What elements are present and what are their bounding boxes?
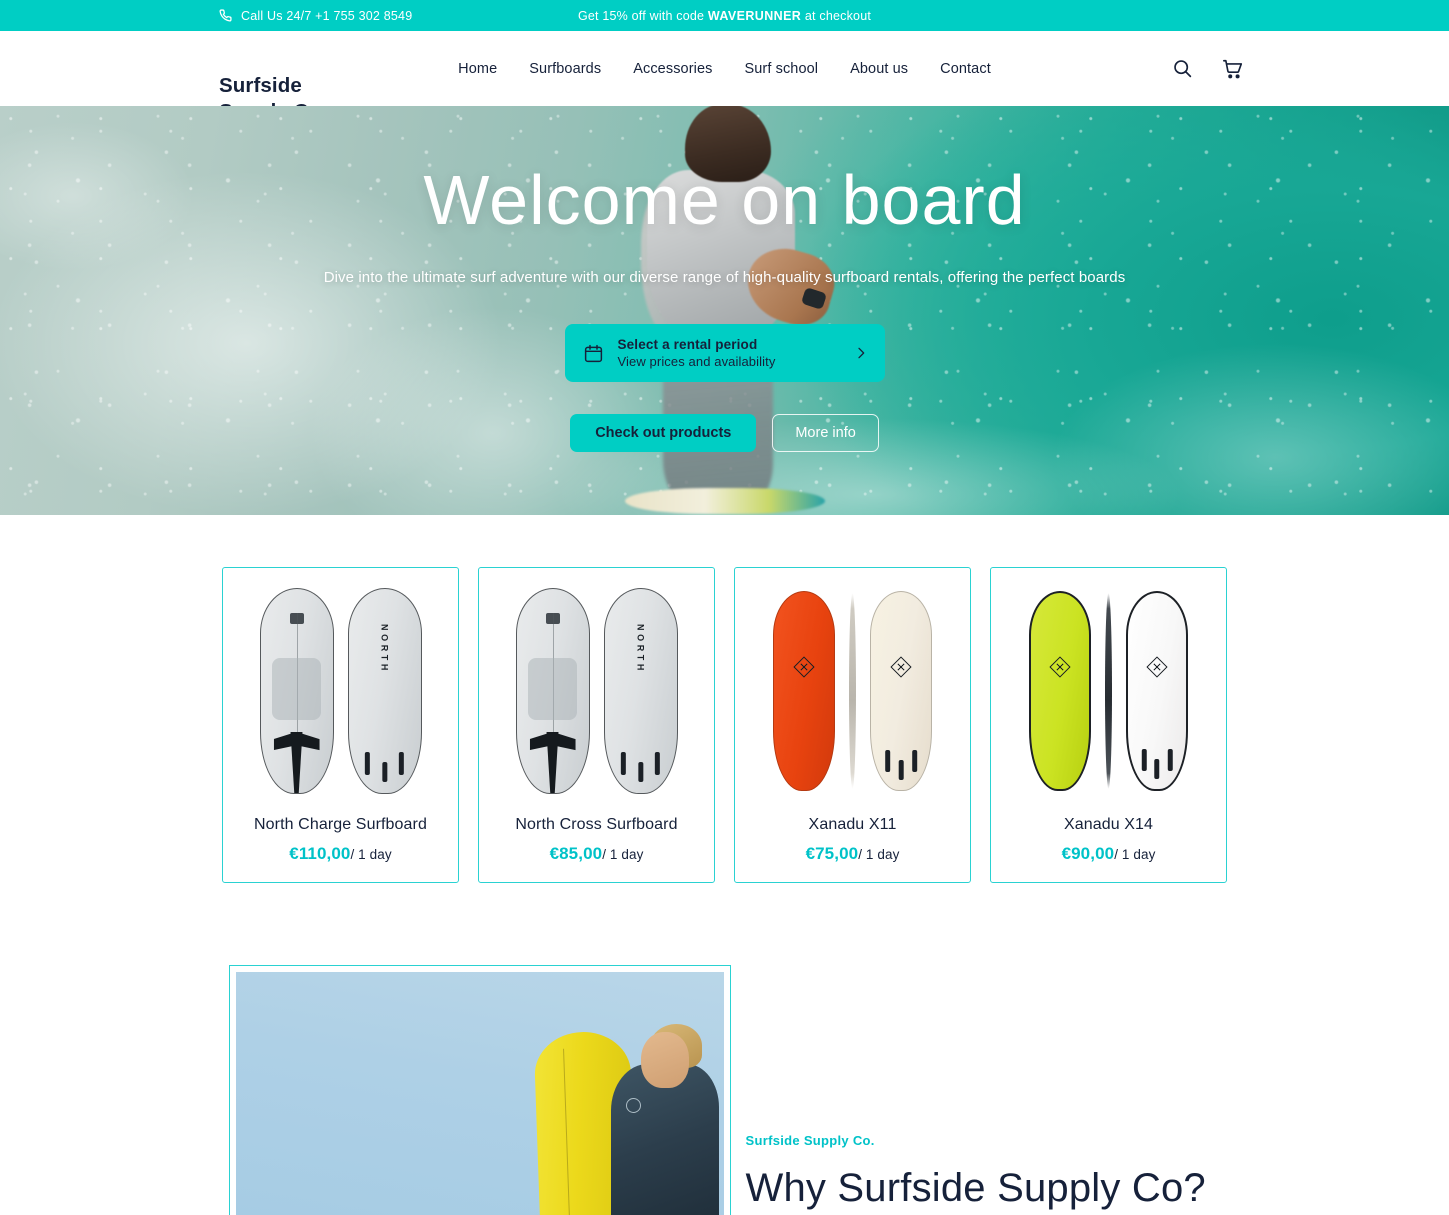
- price-amount: €110,00: [289, 844, 351, 863]
- phone-icon: [219, 9, 232, 22]
- more-info-button[interactable]: More info: [772, 414, 879, 452]
- product-image-north-charge: NORTH: [236, 582, 446, 800]
- rental-subtitle: View prices and availability: [617, 354, 776, 369]
- why-section: Surfside Supply Co. Why Surfside Supply …: [0, 965, 1449, 1215]
- main-navigation: Home Surfboards Accessories Surf school …: [458, 61, 991, 77]
- product-card[interactable]: Xanadu X11 €75,00/ 1 day: [734, 567, 971, 883]
- product-image-north-cross: NORTH: [492, 582, 702, 800]
- price-unit: / 1 day: [1114, 847, 1156, 862]
- hero-title: Welcome on board: [423, 161, 1026, 239]
- rental-title: Select a rental period: [617, 337, 758, 352]
- why-text-block: Surfside Supply Co. Why Surfside Supply …: [731, 965, 1221, 1210]
- promo-suffix: at checkout: [801, 8, 872, 23]
- calendar-icon: [583, 343, 604, 364]
- price-amount: €85,00: [549, 844, 603, 863]
- product-image-xanadu-x14: [1004, 582, 1214, 800]
- hero-button-group: Check out products More info: [570, 414, 879, 452]
- promo-code: WAVERUNNER: [707, 8, 802, 23]
- hero-content: Welcome on board Dive into the ultimate …: [0, 106, 1449, 515]
- price-amount: €75,00: [805, 844, 859, 863]
- promo-prefix: Get 15% off with code: [577, 8, 708, 23]
- product-price: €90,00/ 1 day: [1062, 844, 1156, 864]
- check-out-products-button[interactable]: Check out products: [570, 414, 757, 452]
- header-actions: [1172, 58, 1244, 80]
- search-icon[interactable]: [1172, 58, 1193, 79]
- product-price: €75,00/ 1 day: [806, 844, 900, 864]
- why-photo-frame: [228, 965, 731, 1215]
- product-title: North Cross Surfboard: [515, 816, 678, 833]
- phone-text: Call Us 24/7 +1 755 302 8549: [241, 8, 413, 23]
- nav-item-surfboards[interactable]: Surfboards: [529, 61, 601, 77]
- nav-item-about-us[interactable]: About us: [850, 61, 908, 77]
- nav-item-home[interactable]: Home: [458, 61, 497, 77]
- shopping-cart-icon[interactable]: [1222, 58, 1244, 80]
- promo-text: Get 15% off with code WAVERUNNER at chec…: [578, 9, 871, 23]
- product-title: North Charge Surfboard: [254, 816, 427, 833]
- nav-item-surf-school[interactable]: Surf school: [744, 61, 818, 77]
- product-title: Xanadu X11: [808, 816, 897, 833]
- rental-period-selector[interactable]: Select a rental period View prices and a…: [564, 324, 885, 382]
- why-title: Why Surfside Supply Co?: [745, 1166, 1206, 1210]
- why-eyebrow: Surfside Supply Co.: [745, 1133, 875, 1148]
- chevron-right-icon[interactable]: [853, 345, 869, 361]
- product-price: €110,00/ 1 day: [289, 844, 391, 864]
- nav-item-accessories[interactable]: Accessories: [633, 61, 712, 77]
- product-title: Xanadu X14: [1063, 816, 1154, 833]
- hero-subtitle: Dive into the ultimate surf adventure wi…: [323, 269, 1126, 286]
- announcement-bar: Call Us 24/7 +1 755 302 8549 Get 15% off…: [0, 0, 1449, 31]
- product-card[interactable]: NORTH North Charge Surfboard €110,00/ 1 …: [222, 567, 459, 883]
- site-header: Surfside Supply Co. Home Surfboards Acce…: [0, 31, 1449, 123]
- phone-link[interactable]: Call Us 24/7 +1 755 302 8549: [219, 9, 412, 23]
- price-unit: / 1 day: [602, 847, 644, 862]
- nav-item-contact[interactable]: Contact: [940, 61, 991, 77]
- product-card[interactable]: NORTH North Cross Surfboard €85,00/ 1 da…: [478, 567, 715, 883]
- product-image-xanadu-x11: [748, 582, 958, 800]
- price-unit: / 1 day: [858, 847, 900, 862]
- logo-line-1: Surfside: [219, 74, 302, 97]
- surfer-photo: [235, 972, 724, 1215]
- product-price: €85,00/ 1 day: [550, 844, 644, 864]
- hero-section: Welcome on board Dive into the ultimate …: [0, 106, 1449, 515]
- product-grid: NORTH North Charge Surfboard €110,00/ 1 …: [0, 515, 1449, 883]
- price-amount: €90,00: [1061, 844, 1115, 863]
- price-unit: / 1 day: [350, 847, 392, 862]
- product-card[interactable]: Xanadu X14 €90,00/ 1 day: [990, 567, 1227, 883]
